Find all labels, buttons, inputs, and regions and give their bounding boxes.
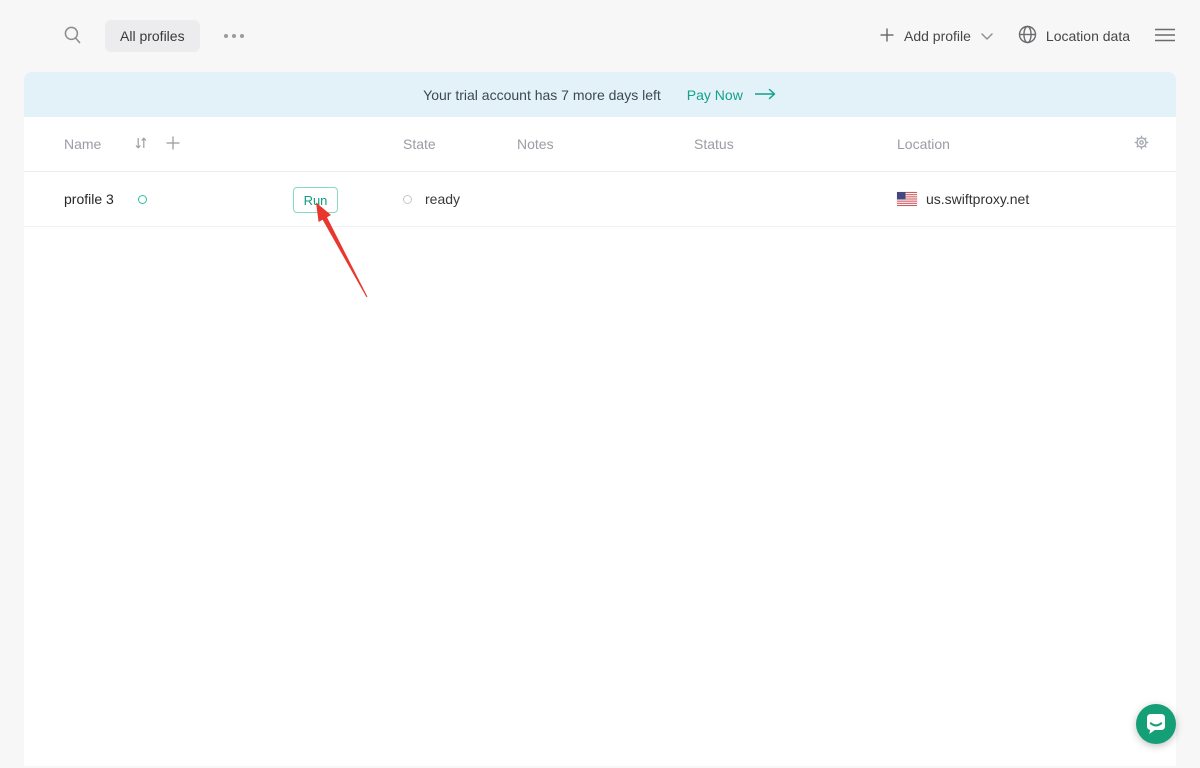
column-header-state: State [403,136,436,152]
pay-now-label: Pay Now [686,86,743,103]
chat-launcher-button[interactable] [1136,704,1176,744]
search-button[interactable] [63,25,83,48]
us-flag-icon [897,192,917,206]
sort-icon [134,136,148,153]
profile-status-dot-icon [137,194,147,204]
hamburger-icon [1154,27,1176,46]
plus-icon [165,135,181,154]
add-profile-button[interactable]: Add profile [879,27,994,46]
gear-icon [1133,134,1150,154]
trial-banner: Your trial account has 7 more days left … [24,72,1176,117]
column-header-status: Status [694,136,734,152]
add-profile-label: Add profile [903,28,971,44]
profiles-card: Name State Notes Status Location profile… [24,117,1176,766]
search-icon [63,25,83,48]
state-dot-icon [403,194,412,204]
state-value: ready [425,191,461,207]
arrow-right-icon [754,87,777,103]
plus-icon [879,27,895,46]
column-header-notes: Notes [517,136,554,152]
table-header: Name State Notes Status Location [24,117,1176,172]
table-row-profile-3[interactable]: profile 3 Run ready us.swiftproxy.net [24,172,1176,227]
topbar: All profiles Add profile Location data [0,0,1200,72]
add-column-button[interactable] [165,117,181,171]
menu-button[interactable] [1154,27,1176,46]
column-header-name: Name [64,136,102,152]
chat-messenger-icon [1136,703,1176,746]
location-value: us.swiftproxy.net [926,191,1030,207]
sort-button[interactable] [134,117,148,171]
chevron-down-icon [980,28,994,44]
trial-message: Your trial account has 7 more days left [423,86,661,103]
run-button[interactable]: Run [293,187,338,213]
globe-icon [1018,25,1037,47]
column-header-location: Location [897,136,950,152]
location-data-label: Location data [1045,28,1130,44]
table-settings-button[interactable] [1133,117,1150,171]
ellipsis-icon [222,28,246,44]
pay-now-link[interactable]: Pay Now [687,87,777,103]
more-options-button[interactable] [222,28,246,44]
profile-name: profile 3 [64,191,114,207]
tab-all-profiles[interactable]: All profiles [105,20,200,52]
location-data-button[interactable]: Location data [1018,25,1130,47]
